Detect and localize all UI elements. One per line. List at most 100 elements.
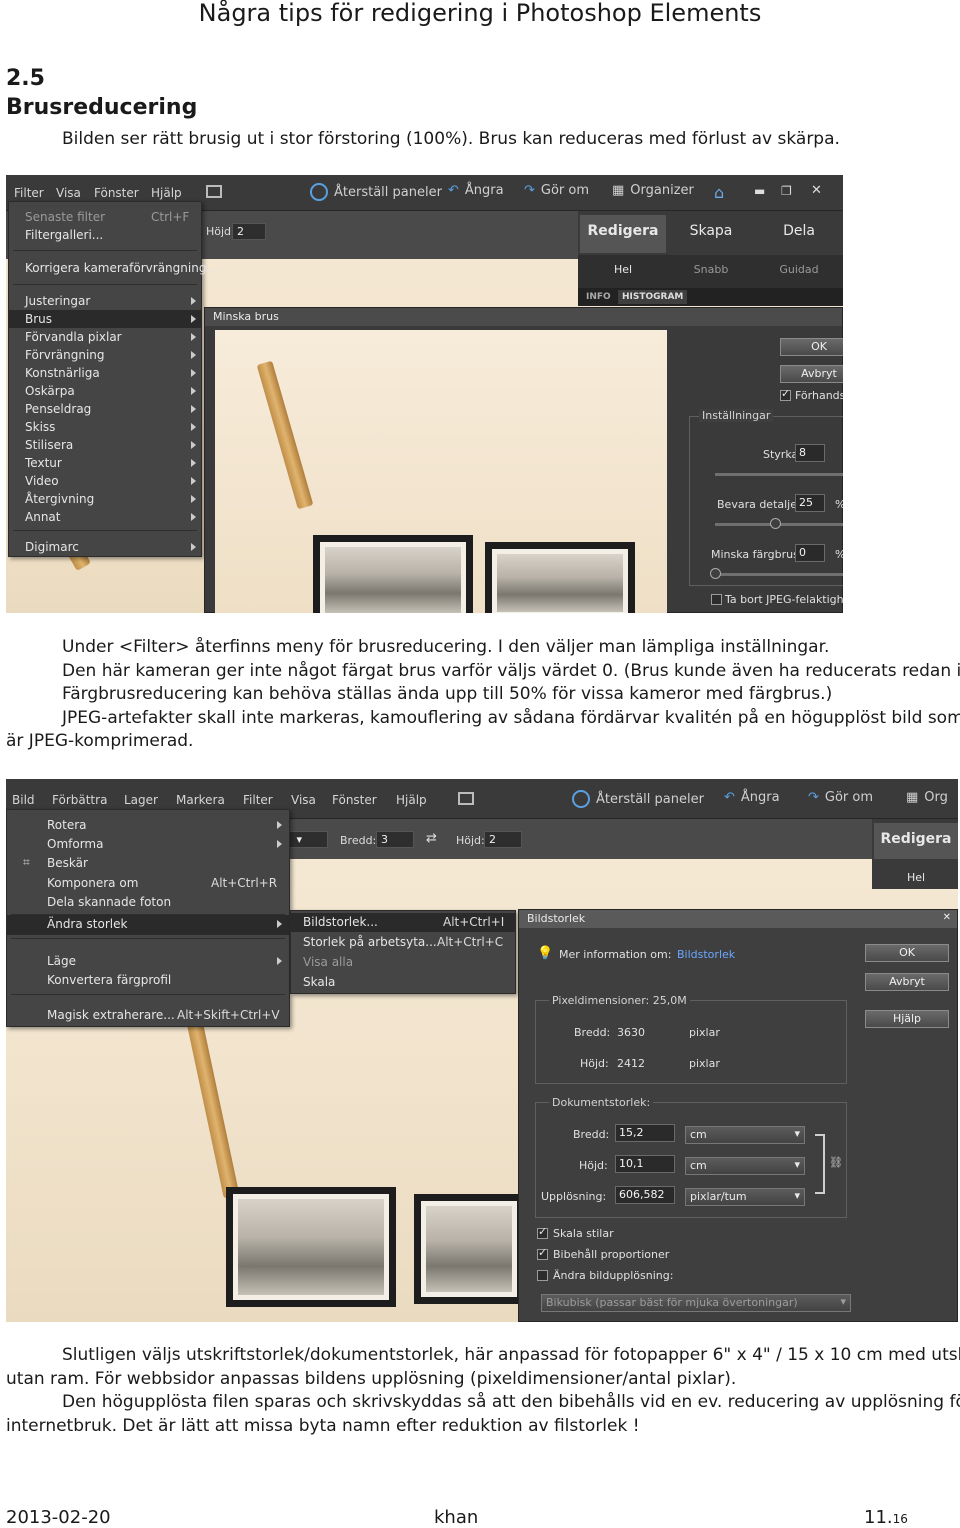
close-icon[interactable]: ✕ bbox=[943, 912, 951, 923]
organizer-button[interactable]: ▦ Organizer bbox=[612, 183, 694, 198]
resolution-unit-select[interactable]: pixlar/tum bbox=[685, 1188, 805, 1206]
menu-item-storlek-arbetsyta[interactable]: Storlek på arbetsyta... bbox=[303, 935, 437, 949]
reduce-color-noise-input[interactable]: 0 bbox=[795, 544, 825, 562]
subtab-guidad[interactable]: Guidad bbox=[756, 263, 842, 276]
menu-item-video[interactable]: Video bbox=[25, 474, 59, 488]
resample-method-select[interactable]: Bikubisk (passar bäst för mjuka övertoni… bbox=[541, 1294, 851, 1312]
layout-icon[interactable] bbox=[458, 792, 474, 805]
menu-item-skiss[interactable]: Skiss bbox=[25, 420, 55, 434]
menu-item-annat[interactable]: Annat bbox=[25, 510, 60, 524]
menu-item-oskarpa[interactable]: Oskärpa bbox=[25, 384, 75, 398]
menu-item-beskar[interactable]: Beskär bbox=[47, 856, 88, 870]
menu-item-digimarc[interactable]: Digimarc bbox=[25, 540, 79, 554]
resolution-input[interactable]: 606,582 bbox=[615, 1186, 675, 1204]
menu-fonster[interactable]: Fönster bbox=[94, 186, 139, 200]
preview-checkbox[interactable] bbox=[780, 387, 791, 401]
menu-item-textur[interactable]: Textur bbox=[25, 456, 62, 470]
panel-tab-info[interactable]: INFO bbox=[586, 292, 611, 302]
restore-icon[interactable]: ❐ bbox=[781, 184, 792, 198]
subtab-hel[interactable]: Hel bbox=[874, 871, 958, 884]
menu-lager[interactable]: Lager bbox=[124, 793, 158, 807]
height-field[interactable]: 2 bbox=[232, 223, 266, 240]
subtab-snabb[interactable]: Snabb bbox=[668, 263, 754, 276]
menu-item-konvertera-fargprofil[interactable]: Konvertera färgprofil bbox=[47, 973, 171, 987]
menu-item-forvrangning[interactable]: Förvrängning bbox=[25, 348, 105, 362]
doc-height-unit-select[interactable]: cm bbox=[685, 1157, 805, 1175]
constrain-proportions-checkbox[interactable] bbox=[537, 1246, 548, 1260]
menu-item-magisk-extraherare[interactable]: Magisk extraherare... bbox=[47, 1008, 175, 1022]
cancel-button[interactable]: Avbryt bbox=[780, 365, 843, 383]
doc-width-input[interactable]: 15,2 bbox=[615, 1124, 675, 1142]
strength-slider[interactable] bbox=[715, 473, 843, 476]
panel-tab-histogram[interactable]: HISTOGRAM bbox=[618, 290, 688, 304]
menu-item-justeringar[interactable]: Justeringar bbox=[25, 294, 90, 308]
menu-item-omforma[interactable]: Omforma bbox=[47, 837, 103, 851]
reset-panels-button[interactable]: Återställ paneler bbox=[572, 790, 704, 808]
scale-styles-checkbox[interactable] bbox=[537, 1225, 548, 1239]
info-link[interactable]: Bildstorlek bbox=[677, 948, 735, 961]
text-line: JPEG-artefakter skall inte markeras, kam… bbox=[62, 707, 960, 728]
menu-item-dela-skannade[interactable]: Dela skannade foton bbox=[47, 895, 171, 909]
menu-item-andra-storlek[interactable]: Ändra storlek bbox=[47, 917, 127, 931]
close-icon[interactable]: ✕ bbox=[811, 183, 822, 198]
tab-redigera[interactable]: Redigera bbox=[874, 831, 958, 847]
help-button[interactable]: Hjälp bbox=[865, 1010, 949, 1028]
width-field[interactable]: 3 bbox=[376, 831, 414, 848]
menu-hjalp[interactable]: Hjälp bbox=[396, 793, 427, 807]
doc-width-unit-select[interactable]: cm bbox=[685, 1126, 805, 1144]
menu-item-lage[interactable]: Läge bbox=[47, 954, 76, 968]
menu-filter[interactable]: Filter bbox=[14, 186, 44, 200]
layout-icon[interactable] bbox=[206, 185, 222, 198]
menu-item-visa-alla[interactable]: Visa alla bbox=[303, 955, 353, 969]
tab-redigera[interactable]: Redigera bbox=[580, 223, 666, 239]
menu-item-filter-gallery[interactable]: Filtergalleri... bbox=[25, 228, 103, 242]
tab-skapa[interactable]: Skapa bbox=[668, 223, 754, 239]
menu-hjalp[interactable]: Hjälp bbox=[151, 186, 182, 200]
reduce-color-noise-slider[interactable] bbox=[715, 573, 843, 576]
minimize-icon[interactable]: ▬ bbox=[754, 184, 765, 198]
menu-item-skala[interactable]: Skala bbox=[303, 975, 335, 989]
menu-item-bildstorlek[interactable]: Bildstorlek... bbox=[303, 915, 378, 929]
menu-item-forvandla-pixlar[interactable]: Förvandla pixlar bbox=[25, 330, 122, 344]
preserve-details-unit: % bbox=[835, 498, 843, 511]
undo-button[interactable]: ↶ Ångra bbox=[724, 790, 780, 805]
menu-item-recent-filter[interactable]: Senaste filter bbox=[25, 210, 105, 224]
menu-bild[interactable]: Bild bbox=[12, 793, 35, 807]
strength-input[interactable]: 8 bbox=[795, 444, 825, 462]
menu-visa[interactable]: Visa bbox=[56, 186, 81, 200]
preserve-details-slider-knob[interactable] bbox=[770, 518, 781, 529]
undo-button[interactable]: ↶ Ångra bbox=[448, 183, 504, 198]
menu-forbattra[interactable]: Förbättra bbox=[52, 793, 107, 807]
height-field[interactable]: 2 bbox=[484, 831, 522, 848]
redo-button[interactable]: ↷ Gör om bbox=[808, 790, 873, 805]
menu-filter[interactable]: Filter bbox=[243, 793, 273, 807]
menu-item-komponera-om[interactable]: Komponera om bbox=[47, 876, 138, 890]
menu-item-camera-distortion[interactable]: Korrigera kameraförvrängning... bbox=[25, 261, 218, 275]
organizer-button[interactable]: ▦ Org bbox=[906, 790, 948, 805]
tab-dela[interactable]: Dela bbox=[756, 223, 842, 239]
menu-item-konstnarliga[interactable]: Konstnärliga bbox=[25, 366, 100, 380]
cancel-button[interactable]: Avbryt bbox=[865, 973, 949, 991]
menu-fonster[interactable]: Fönster bbox=[332, 793, 377, 807]
reset-panels-button[interactable]: Återställ paneler bbox=[310, 183, 442, 201]
redo-button[interactable]: ↷ Gör om bbox=[524, 183, 589, 198]
ok-button[interactable]: OK bbox=[865, 944, 949, 962]
menu-item-penseldrag[interactable]: Penseldrag bbox=[25, 402, 91, 416]
menu-item-atergivning[interactable]: Återgivning bbox=[25, 492, 94, 506]
section-title: Brusreducering bbox=[6, 95, 198, 120]
menu-item-brus[interactable]: Brus bbox=[25, 312, 52, 326]
menu-item-rotera[interactable]: Rotera bbox=[47, 818, 87, 832]
preset-dropdown[interactable]: ▾ bbox=[288, 831, 328, 848]
resample-checkbox[interactable] bbox=[537, 1270, 548, 1281]
home-icon[interactable]: ⌂ bbox=[714, 183, 724, 202]
menu-item-stilisera[interactable]: Stilisera bbox=[25, 438, 73, 452]
menu-markera[interactable]: Markera bbox=[176, 793, 225, 807]
preserve-details-input[interactable]: 25 bbox=[795, 494, 825, 512]
doc-height-input[interactable]: 10,1 bbox=[615, 1155, 675, 1173]
menu-visa[interactable]: Visa bbox=[291, 793, 316, 807]
jpeg-artifact-checkbox[interactable] bbox=[711, 594, 722, 605]
swap-icon[interactable]: ⇄ bbox=[426, 831, 437, 846]
subtab-hel[interactable]: Hel bbox=[580, 263, 666, 276]
reduce-color-noise-slider-knob[interactable] bbox=[710, 568, 721, 579]
ok-button[interactable]: OK bbox=[780, 338, 843, 356]
